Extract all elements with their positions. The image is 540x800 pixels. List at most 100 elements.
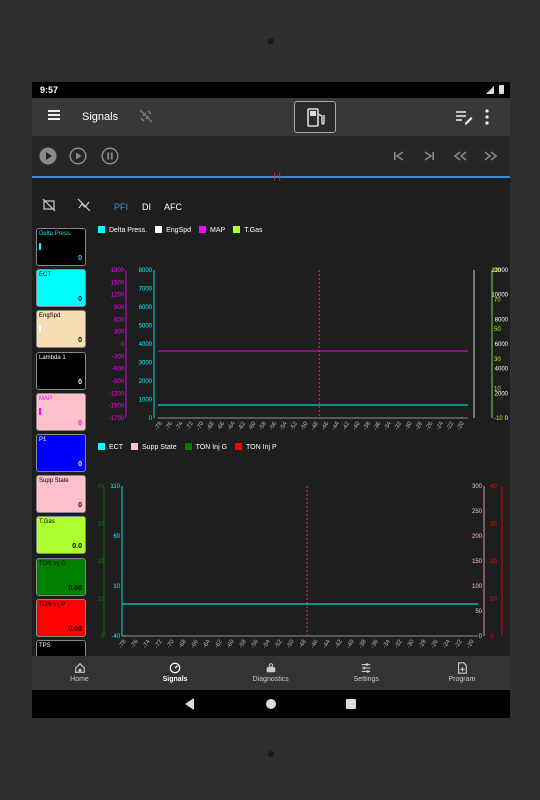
- legend-label: T.Gas: [244, 227, 263, 234]
- legend-item[interactable]: MAP: [199, 226, 225, 234]
- y-tick-label: 0: [149, 416, 153, 422]
- y-tick-label: 300: [472, 484, 483, 490]
- edit-list-icon[interactable]: [455, 109, 473, 125]
- x-tick-label: -60: [226, 638, 236, 649]
- tab-di[interactable]: DI: [142, 202, 151, 212]
- legend-item[interactable]: Supp State: [131, 443, 177, 451]
- chart2-legend: ECT Supp State TON Inj G TON Inj P: [98, 443, 285, 451]
- x-tick-label: -76: [165, 420, 175, 431]
- x-tick-label: -48: [310, 420, 320, 431]
- legend-label: TON Inj P: [246, 444, 277, 451]
- x-tick-label: -60: [248, 420, 258, 431]
- tab-afc[interactable]: AFC: [164, 202, 182, 212]
- signal-tile-value: 0: [78, 419, 82, 427]
- y-tick-label: 10: [97, 597, 104, 603]
- x-tick-label: -42: [334, 638, 344, 649]
- pause-outline-icon[interactable]: [101, 147, 119, 165]
- timeline-marker[interactable]: |◦|: [271, 171, 283, 182]
- y-tick-label: -1500: [109, 404, 125, 410]
- link-off-icon[interactable]: [138, 108, 154, 124]
- nav-item-home[interactable]: Home: [32, 656, 127, 690]
- gauge-icon: [169, 662, 181, 674]
- signal-tile-level-bar: [39, 325, 41, 333]
- signal-tile-value: 0: [78, 296, 82, 304]
- signal-tile-value: 0: [78, 255, 82, 262]
- fuel-pump-icon: [307, 108, 325, 127]
- play-outline-icon[interactable]: [69, 147, 87, 165]
- menu-icon[interactable]: [48, 110, 60, 120]
- legend-item[interactable]: ECT: [98, 443, 123, 451]
- hide-chart-icon[interactable]: [42, 198, 56, 212]
- skip-start-icon[interactable]: [390, 147, 408, 165]
- y-tick-label: 10: [494, 386, 501, 392]
- y-tick-label: -40: [111, 634, 120, 640]
- legend-item[interactable]: T.Gas: [233, 226, 263, 234]
- signal-tile[interactable]: Delta Press. 0: [36, 228, 86, 266]
- play-filled-icon[interactable]: [39, 147, 57, 165]
- x-tick-label: -52: [274, 638, 284, 649]
- signal-tile-label: Supp State: [39, 478, 69, 485]
- y-tick-label: 8000: [139, 268, 153, 274]
- more-vert-icon[interactable]: [484, 108, 490, 126]
- fast-forward-icon[interactable]: [482, 147, 500, 165]
- x-tick-label: -74: [175, 420, 185, 431]
- signal-tile[interactable]: T.Gas 0.0: [36, 516, 86, 555]
- signal-tile[interactable]: TON Inj P 0.00: [36, 598, 86, 637]
- x-tick-label: -70: [166, 638, 176, 649]
- battery-icon: [499, 85, 504, 94]
- signal-off-icon[interactable]: [77, 198, 91, 212]
- rewind-icon[interactable]: [451, 147, 469, 165]
- y-tick-label: 100: [472, 584, 483, 590]
- y-tick-label: 40: [97, 484, 104, 490]
- signal-tile-label: Lambda 1: [39, 354, 66, 361]
- signal-tile-value: 0: [78, 378, 82, 386]
- x-tick-label: -22: [446, 420, 456, 431]
- legend-swatch: [235, 443, 243, 450]
- legend-item[interactable]: TON Inj G: [184, 443, 227, 451]
- legend-swatch: [233, 226, 241, 233]
- legend-item[interactable]: EngSpd: [155, 226, 191, 234]
- fuel-mode-button[interactable]: [294, 101, 336, 133]
- legend-item[interactable]: Delta Press.: [98, 226, 147, 234]
- program-icon: [457, 662, 467, 674]
- nav-item-program[interactable]: Program: [414, 656, 509, 690]
- legend-item[interactable]: TON Inj P: [235, 443, 277, 451]
- y-tick-label: 4000: [139, 342, 153, 348]
- x-tick-label: -58: [258, 420, 268, 431]
- skip-end-icon[interactable]: [420, 147, 438, 165]
- y-tick-label: 10: [490, 597, 497, 603]
- signal-tile[interactable]: Lambda 1 0: [36, 351, 86, 390]
- tab-pfi[interactable]: PFI: [114, 202, 128, 212]
- x-tick-label: -38: [362, 420, 372, 431]
- signal-tile[interactable]: MAP 0: [36, 392, 86, 431]
- signal-tile[interactable]: Supp State 0: [36, 475, 86, 514]
- home-icon: [74, 662, 85, 673]
- y-tick-label: 1200: [111, 293, 125, 299]
- app-bar: Signals: [32, 98, 510, 136]
- nav-item-diagnostics[interactable]: Diagnostics: [223, 656, 318, 690]
- x-tick-label: -68: [206, 420, 216, 431]
- signal-tile[interactable]: TON Inj G 0.00: [36, 557, 86, 596]
- y-tick-label: -1700: [109, 416, 125, 422]
- nav-item-settings[interactable]: Settings: [319, 656, 414, 690]
- back-icon[interactable]: [185, 698, 194, 710]
- y-tick-label: -900: [112, 379, 125, 385]
- home-circle-icon[interactable]: [266, 699, 276, 709]
- signal-tile[interactable]: P1 0: [36, 434, 86, 472]
- signal-tile[interactable]: ECT 0: [36, 269, 86, 308]
- x-tick-label: -36: [373, 420, 383, 431]
- y-tick-label: 7000: [139, 287, 153, 293]
- y-tick-label: 900: [114, 305, 125, 311]
- signal-tile[interactable]: EngSpd 0: [36, 310, 86, 349]
- signal-tile-label: P1: [39, 437, 47, 443]
- signal-tile-label: TPS: [39, 643, 51, 649]
- y-tick-label: 30: [494, 357, 501, 363]
- x-tick-label: -34: [383, 420, 393, 431]
- recent-apps-icon[interactable]: [346, 699, 356, 709]
- x-tick-label: -50: [286, 638, 296, 649]
- legend-label: Delta Press.: [109, 227, 148, 234]
- x-tick-label: -44: [322, 638, 332, 649]
- nav-item-label: Home: [70, 676, 89, 683]
- nav-item-signals[interactable]: Signals: [128, 656, 223, 690]
- system-navigation-bar: [32, 690, 510, 718]
